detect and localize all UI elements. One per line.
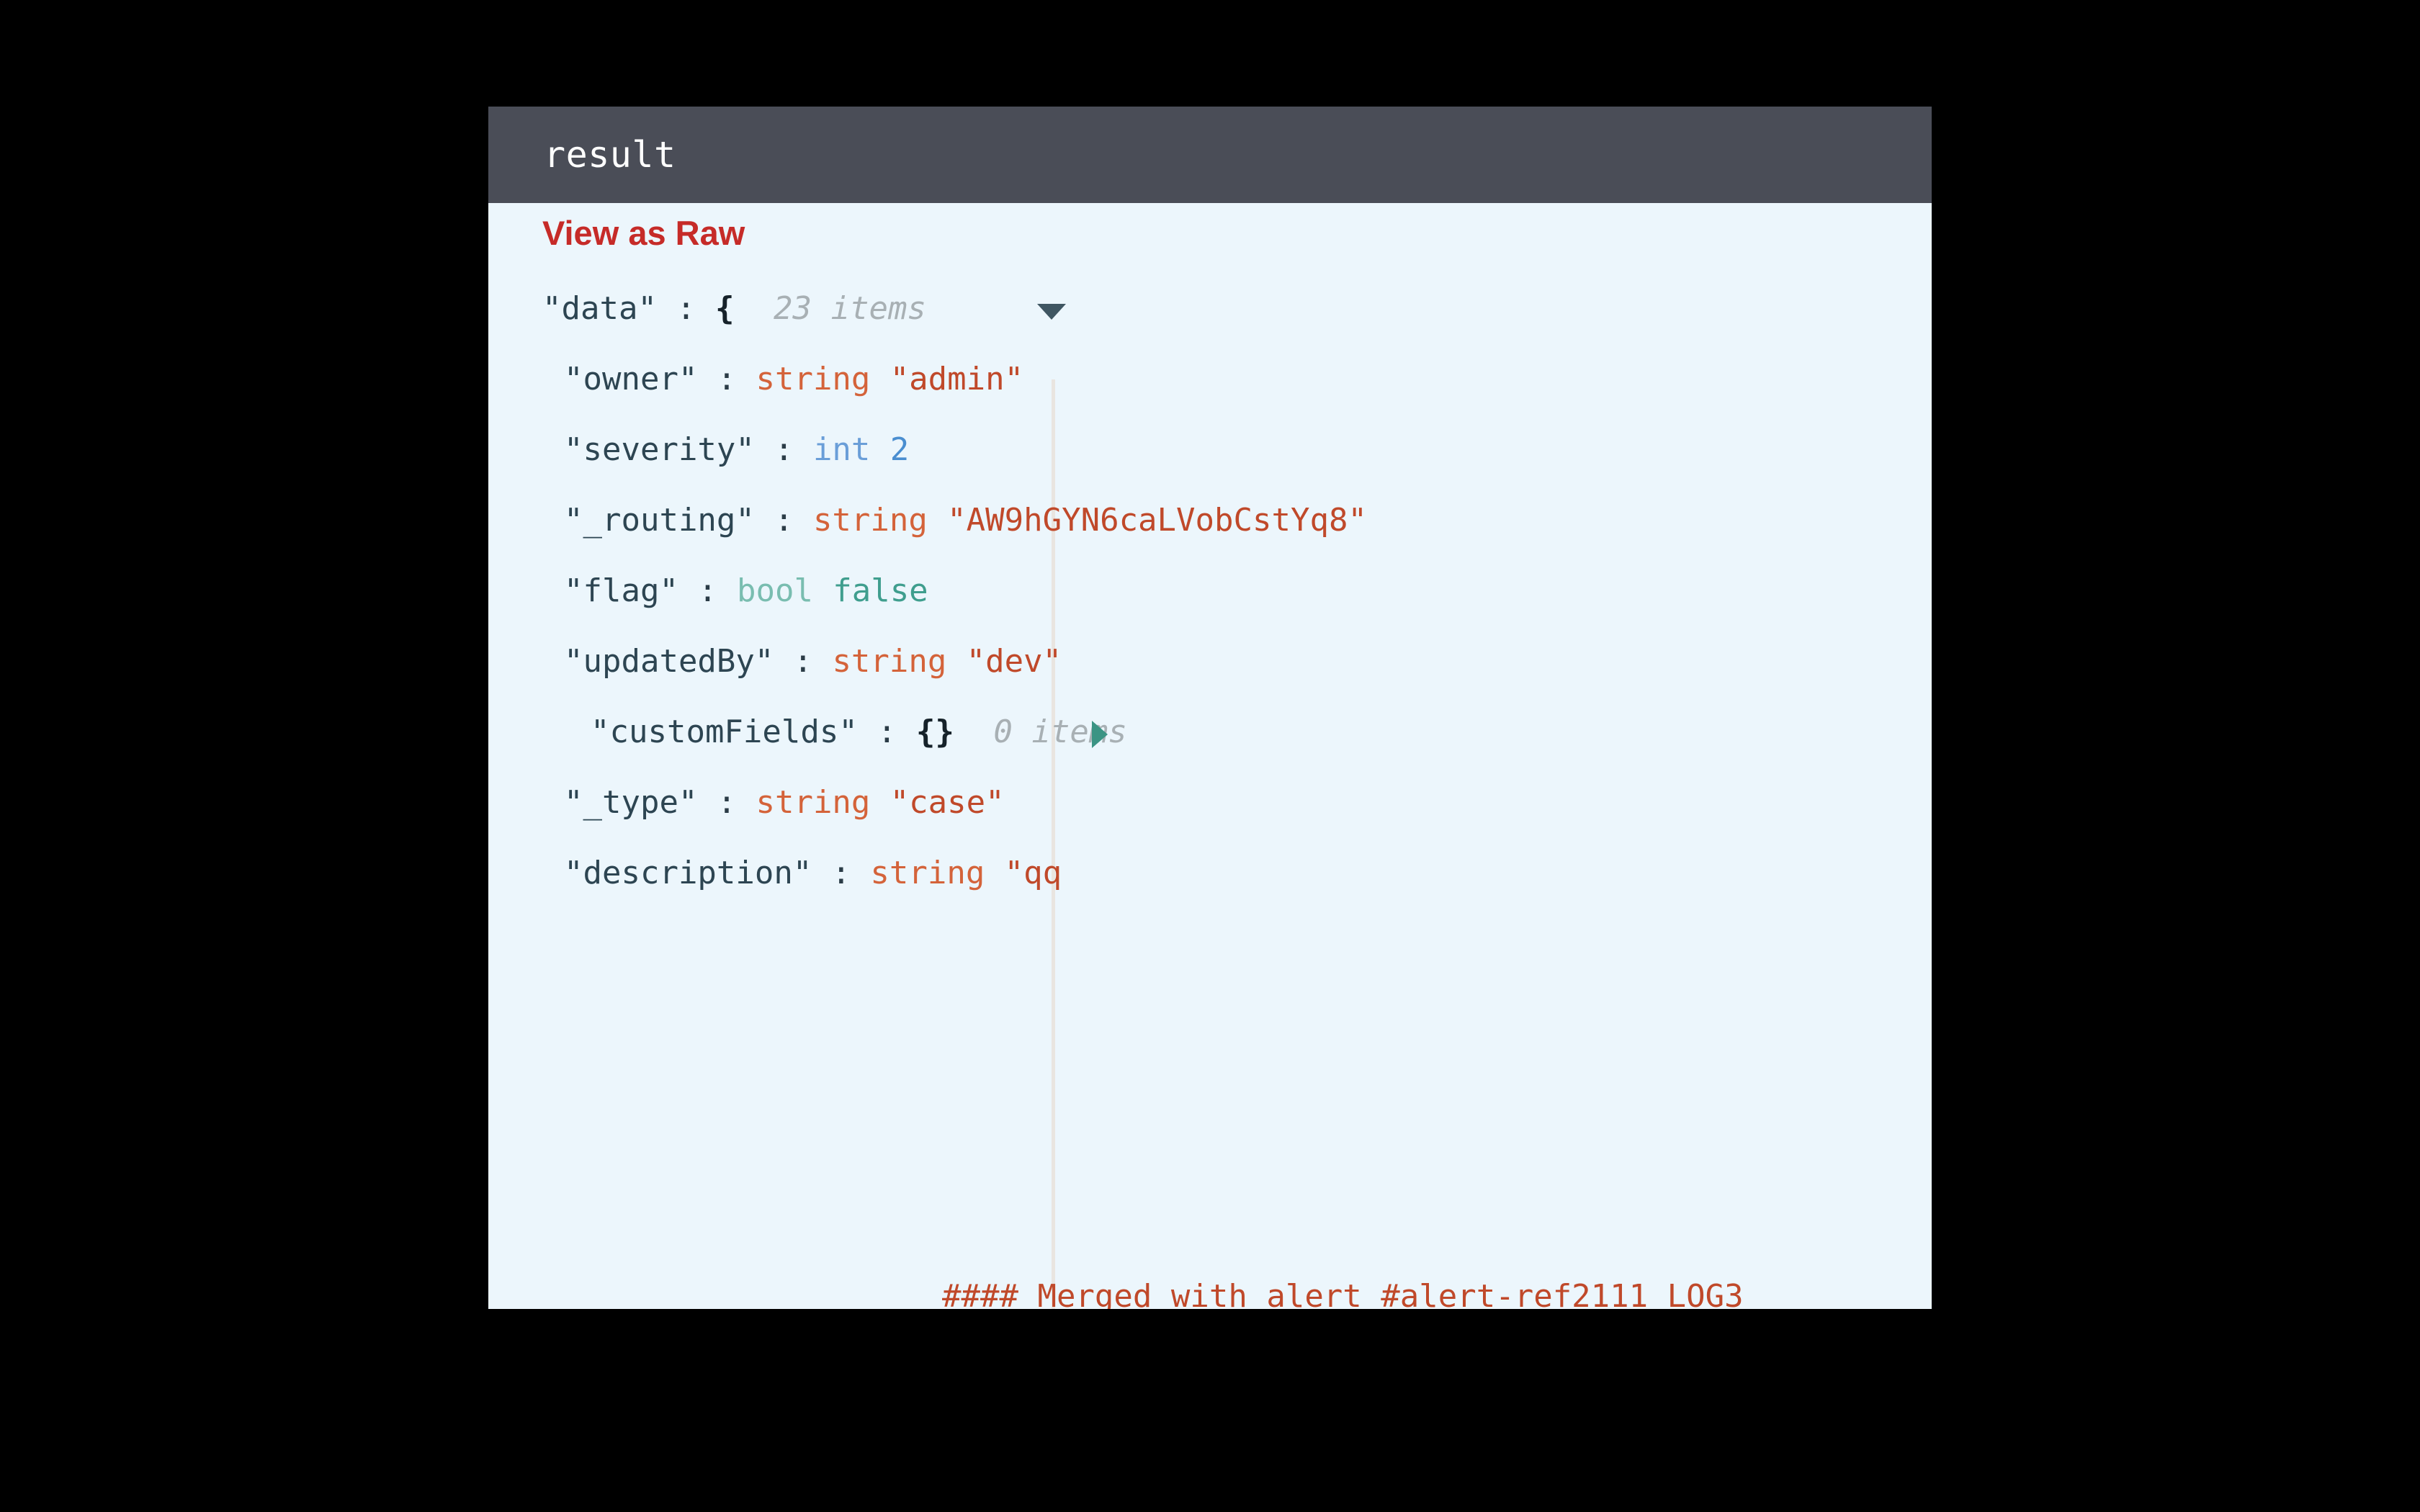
json-row-flag[interactable]: "flag": bool false bbox=[488, 556, 1932, 626]
json-colon: : bbox=[774, 431, 794, 468]
json-colon: : bbox=[774, 502, 794, 539]
json-value: "dev" bbox=[966, 643, 1062, 680]
json-key: "flag" bbox=[564, 572, 678, 609]
panel-body: View as Raw "data":{23 items "owner": str… bbox=[488, 203, 1932, 1309]
chevron-right-icon[interactable] bbox=[1092, 721, 1108, 748]
json-value: "AW9hGYN6caLVobCstYq8" bbox=[947, 502, 1367, 539]
screen-root: result View as Raw "data": {23 items "own… bbox=[0, 0, 2420, 1512]
json-value-line-1: "qq bbox=[1004, 855, 1062, 891]
json-type: string bbox=[756, 361, 871, 397]
json-row-owner[interactable]: "owner": string "admin" bbox=[488, 344, 1932, 415]
json-value: "admin" bbox=[889, 361, 1024, 397]
json-row-updatedby[interactable]: "updatedBy": string "dev" bbox=[488, 626, 1932, 697]
json-colon: : bbox=[717, 361, 737, 397]
json-key: "owner" bbox=[564, 361, 698, 397]
json-type: string bbox=[756, 784, 871, 821]
json-value: 2 bbox=[889, 431, 910, 468]
panel-header: result bbox=[488, 107, 1932, 203]
json-colon: : bbox=[831, 855, 851, 891]
description-line-3: #### Merged with alert #alert-ref2111 LO… bbox=[942, 1278, 1744, 1309]
json-colon: : bbox=[877, 714, 897, 750]
json-tree: "data":{23 items "owner": string "admin" "… bbox=[488, 274, 1932, 1309]
chevron-down-icon[interactable] bbox=[1037, 304, 1066, 320]
json-key: "severity" bbox=[564, 431, 755, 468]
description-line-2 bbox=[542, 1050, 1932, 1120]
json-row-type[interactable]: "_type": string "case" bbox=[488, 768, 1932, 838]
json-colon: : bbox=[717, 784, 737, 821]
json-key: "_type" bbox=[564, 784, 698, 821]
json-colon: : bbox=[793, 643, 813, 680]
json-colon: : bbox=[698, 572, 717, 609]
json-row-customfields[interactable]: "customFields":{} 0 items bbox=[488, 697, 1932, 768]
json-row-routing[interactable]: "_routing": string "AW9hGYN6caLVobCstYq8" bbox=[488, 485, 1932, 556]
json-value: false bbox=[833, 572, 928, 609]
json-key: "data" bbox=[542, 290, 657, 327]
json-key: "updatedBy" bbox=[564, 643, 774, 680]
json-key: "description" bbox=[564, 855, 812, 891]
panel-title: result bbox=[544, 134, 676, 176]
json-type: string bbox=[812, 502, 928, 539]
json-type: bool bbox=[736, 572, 813, 609]
json-row-data[interactable]: "data": {23 items bbox=[488, 274, 1932, 344]
description-multiline-value: #### Merged with alert #alert-ref2111 LO… bbox=[488, 909, 1932, 1309]
json-brace: { bbox=[714, 290, 735, 327]
json-type: string bbox=[870, 855, 985, 891]
json-colon: : bbox=[676, 290, 696, 327]
json-key: "_routing" bbox=[564, 502, 755, 539]
json-type: int bbox=[812, 431, 871, 468]
json-value: "case" bbox=[889, 784, 1005, 821]
json-row-description[interactable]: "description": string "qq bbox=[488, 838, 1932, 909]
view-as-raw-link[interactable]: View as Raw bbox=[542, 216, 745, 250]
json-brace: {} bbox=[915, 714, 954, 750]
json-type: string bbox=[832, 643, 947, 680]
json-key: "customFields" bbox=[591, 714, 858, 750]
json-row-severity[interactable]: "severity": int 2 bbox=[488, 415, 1932, 485]
result-panel: result View as Raw "data": {23 items "own… bbox=[488, 107, 1932, 1309]
json-item-count: 23 items bbox=[774, 290, 926, 327]
